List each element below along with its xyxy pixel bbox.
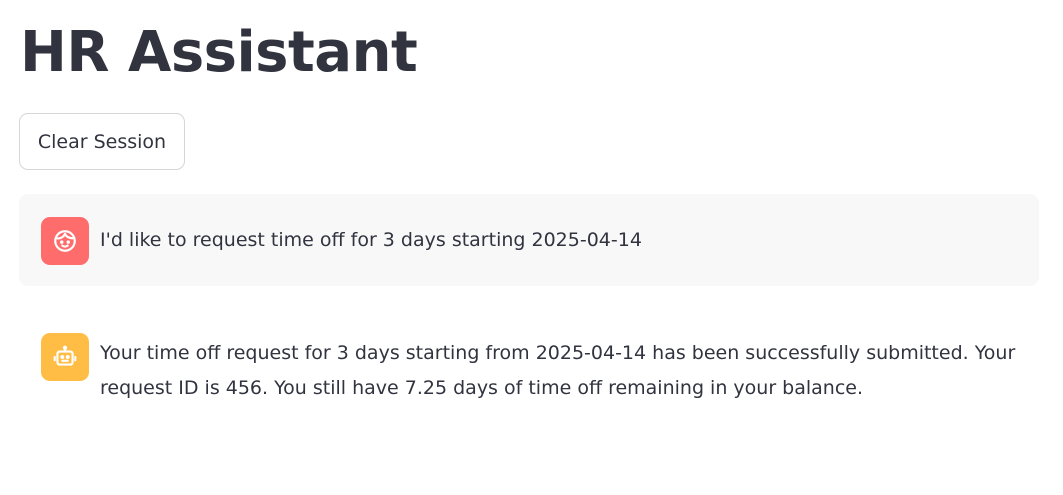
clear-session-button[interactable]: Clear Session <box>19 113 185 170</box>
page-title: HR Assistant <box>20 20 418 85</box>
user-avatar <box>41 217 89 265</box>
assistant-avatar <box>41 333 89 381</box>
robot-icon <box>53 345 77 366</box>
message-text: I'd like to request time off for 3 days … <box>100 229 642 251</box>
user-face-icon <box>54 230 76 252</box>
chat-message-user: I'd like to request time off for 3 days … <box>19 194 1039 286</box>
app-page: HR Assistant Clear Session I'd like to r… <box>0 0 1063 495</box>
message-text: Your time off request for 3 days startin… <box>100 342 1016 399</box>
chat-message-assistant: Your time off request for 3 days startin… <box>19 318 1039 418</box>
